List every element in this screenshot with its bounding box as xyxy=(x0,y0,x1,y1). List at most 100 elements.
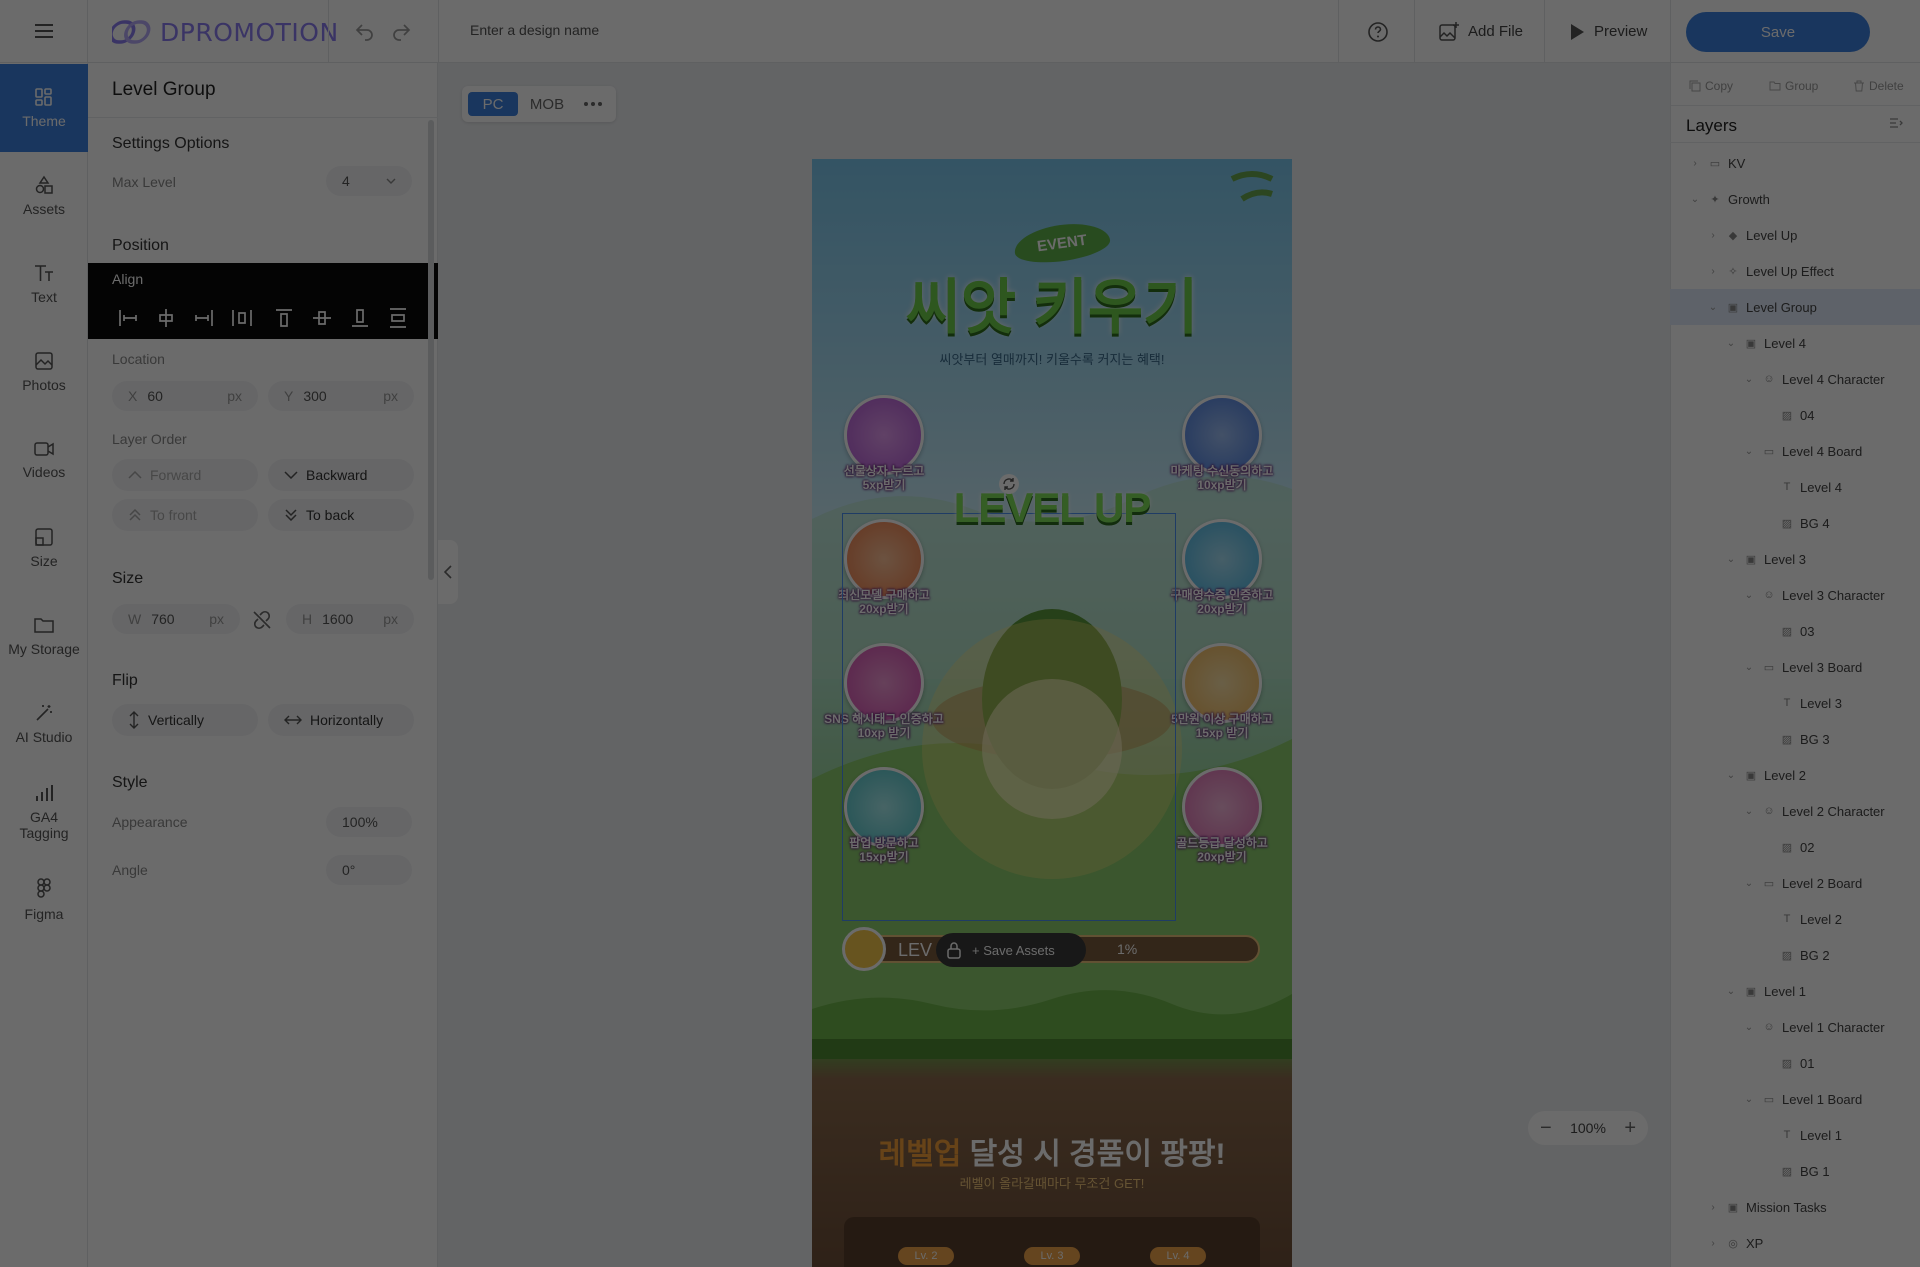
height-input[interactable]: H 1600 px xyxy=(286,604,414,634)
group-button[interactable]: Group xyxy=(1769,73,1818,99)
rotate-handle-icon[interactable] xyxy=(998,473,1020,495)
tab-pc[interactable]: PC xyxy=(468,92,518,116)
rail-item-ga4-tagging[interactable]: GA4 Tagging xyxy=(0,768,88,856)
chevron-down-icon[interactable]: ⌄ xyxy=(1742,590,1756,601)
rail-item-theme[interactable]: Theme xyxy=(0,64,88,152)
layer-row[interactable]: ⌄ ▭ Level 1 Board xyxy=(1670,1081,1920,1117)
layer-row[interactable]: › ◎ XP xyxy=(1670,1225,1920,1261)
layer-row[interactable]: T Level 2 xyxy=(1670,901,1920,937)
layer-row[interactable]: ▨ BG 4 xyxy=(1670,505,1920,541)
layer-row[interactable]: ⌄ ▣ Level 3 xyxy=(1670,541,1920,577)
collapse-panel-button[interactable] xyxy=(438,540,458,604)
rail-item-assets[interactable]: Assets xyxy=(0,152,88,240)
chevron-right-icon[interactable]: › xyxy=(1706,1238,1720,1249)
help-button[interactable] xyxy=(1364,0,1392,63)
chevron-right-icon[interactable]: › xyxy=(1706,1202,1720,1213)
align-center-horizontal-icon[interactable] xyxy=(154,306,178,330)
save-assets-button[interactable]: + Save Assets xyxy=(972,943,1055,958)
panel-scrollbar[interactable] xyxy=(428,120,434,580)
y-input[interactable]: Y 300 px xyxy=(268,381,414,411)
chevron-right-icon[interactable]: › xyxy=(1688,158,1702,169)
layer-row[interactable]: ⌄ ▭ Level 2 Board xyxy=(1670,865,1920,901)
layer-row[interactable]: ⌄ ✦ Growth xyxy=(1670,181,1920,217)
chevron-down-icon[interactable]: ⌄ xyxy=(1724,986,1738,997)
align-center-vertical-icon[interactable] xyxy=(310,306,334,330)
align-right-icon[interactable] xyxy=(192,306,216,330)
delete-button[interactable]: Delete xyxy=(1853,73,1904,99)
layer-row[interactable]: ▨ 02 xyxy=(1670,829,1920,865)
zoom-out-button[interactable]: − xyxy=(1540,1117,1552,1140)
zoom-in-button[interactable]: + xyxy=(1624,1117,1636,1140)
layer-row[interactable]: ⌄ ☺ Level 1 Character xyxy=(1670,1009,1920,1045)
chevron-down-icon[interactable]: ⌄ xyxy=(1724,554,1738,565)
max-level-select[interactable]: 4 xyxy=(326,166,412,196)
flip-vertically-button[interactable]: Vertically xyxy=(112,704,258,736)
layer-row[interactable]: › ✧ Level Up Effect xyxy=(1670,253,1920,289)
layer-row[interactable]: ⌄ ▣ Level 1 xyxy=(1670,973,1920,1009)
align-left-icon[interactable] xyxy=(116,306,140,330)
layer-row[interactable]: ▨ BG 2 xyxy=(1670,937,1920,973)
align-top-icon[interactable] xyxy=(272,306,296,330)
forward-button[interactable]: Forward xyxy=(112,459,258,491)
chevron-down-icon[interactable]: ⌄ xyxy=(1742,806,1756,817)
tab-mob[interactable]: MOB xyxy=(522,92,572,116)
chevron-down-icon[interactable]: ⌄ xyxy=(1742,446,1756,457)
save-button[interactable]: Save xyxy=(1686,12,1870,52)
layer-row[interactable]: ▨ 01 xyxy=(1670,1045,1920,1081)
collapse-all-icon[interactable] xyxy=(1889,118,1903,130)
distribute-vertical-icon[interactable] xyxy=(386,306,410,330)
rail-item-my-storage[interactable]: My Storage xyxy=(0,592,88,680)
backward-button[interactable]: Backward xyxy=(268,459,414,491)
layer-row[interactable]: ▨ 03 xyxy=(1670,613,1920,649)
redo-button[interactable] xyxy=(390,20,412,47)
lock-icon[interactable] xyxy=(946,941,962,959)
flip-horizontally-button[interactable]: Horizontally xyxy=(268,704,414,736)
hamburger-menu-button[interactable] xyxy=(0,0,88,63)
layer-row[interactable]: ▨ BG 1 xyxy=(1670,1153,1920,1189)
layer-row[interactable]: T Level 3 xyxy=(1670,685,1920,721)
chevron-down-icon[interactable]: ⌄ xyxy=(1742,374,1756,385)
layer-row[interactable]: › ▭ KV xyxy=(1670,145,1920,181)
chevron-down-icon[interactable]: ⌄ xyxy=(1742,878,1756,889)
chevron-down-icon[interactable]: ⌄ xyxy=(1742,662,1756,673)
chevron-down-icon[interactable]: ⌄ xyxy=(1688,194,1702,205)
layer-row[interactable]: T Level 4 xyxy=(1670,469,1920,505)
artboard[interactable]: EVENT 씨앗 키우기 씨앗부터 열매까지! 키울수록 커지는 혜택! 선물상… xyxy=(812,159,1292,1267)
selection-box[interactable] xyxy=(842,513,1176,921)
chevron-down-icon[interactable]: ⌄ xyxy=(1742,1094,1756,1105)
chevron-down-icon[interactable]: ⌄ xyxy=(1706,302,1720,313)
to-back-button[interactable]: To back xyxy=(268,499,414,531)
x-input[interactable]: X 60 px xyxy=(112,381,258,411)
layer-row[interactable]: ⌄ ☺ Level 3 Character xyxy=(1670,577,1920,613)
app-logo[interactable]: DPROMOTION xyxy=(112,16,339,48)
rail-item-photos[interactable]: Photos xyxy=(0,328,88,416)
width-input[interactable]: W 760 px xyxy=(112,604,240,634)
layer-row[interactable]: ⌄ ▣ Level 2 xyxy=(1670,757,1920,793)
layer-row[interactable]: T Level 1 xyxy=(1670,1117,1920,1153)
align-bottom-icon[interactable] xyxy=(348,306,372,330)
layer-row[interactable]: › ▣ Mission Tasks xyxy=(1670,1189,1920,1225)
rail-item-text[interactable]: Text xyxy=(0,240,88,328)
appearance-input[interactable]: 100% xyxy=(326,807,412,837)
rail-item-figma[interactable]: Figma xyxy=(0,856,88,944)
add-file-button[interactable]: Add File xyxy=(1438,0,1523,63)
rail-item-size[interactable]: Size xyxy=(0,504,88,592)
copy-button[interactable]: Copy xyxy=(1689,73,1733,99)
layer-row[interactable]: › ◆ Level Up xyxy=(1670,217,1920,253)
layer-row[interactable]: ▨ 04 xyxy=(1670,397,1920,433)
layer-row[interactable]: ⌄ ▣ Level Group xyxy=(1670,289,1920,325)
to-front-button[interactable]: To front xyxy=(112,499,258,531)
rail-item-videos[interactable]: Videos xyxy=(0,416,88,504)
distribute-horizontal-icon[interactable] xyxy=(230,306,254,330)
chevron-down-icon[interactable]: ⌄ xyxy=(1724,770,1738,781)
lock-ratio-button[interactable] xyxy=(251,609,273,636)
layer-row[interactable]: ⌄ ▭ Level 4 Board xyxy=(1670,433,1920,469)
rail-item-ai-studio[interactable]: AI Studio xyxy=(0,680,88,768)
angle-input[interactable]: 0° xyxy=(326,855,412,885)
chevron-down-icon[interactable]: ⌄ xyxy=(1724,338,1738,349)
design-name-input[interactable]: Enter a design name xyxy=(470,22,599,38)
chevron-right-icon[interactable]: › xyxy=(1706,230,1720,241)
layer-row[interactable]: ⌄ ☺ Level 4 Character xyxy=(1670,361,1920,397)
undo-button[interactable] xyxy=(354,20,376,47)
preview-button[interactable]: Preview xyxy=(1568,0,1647,63)
